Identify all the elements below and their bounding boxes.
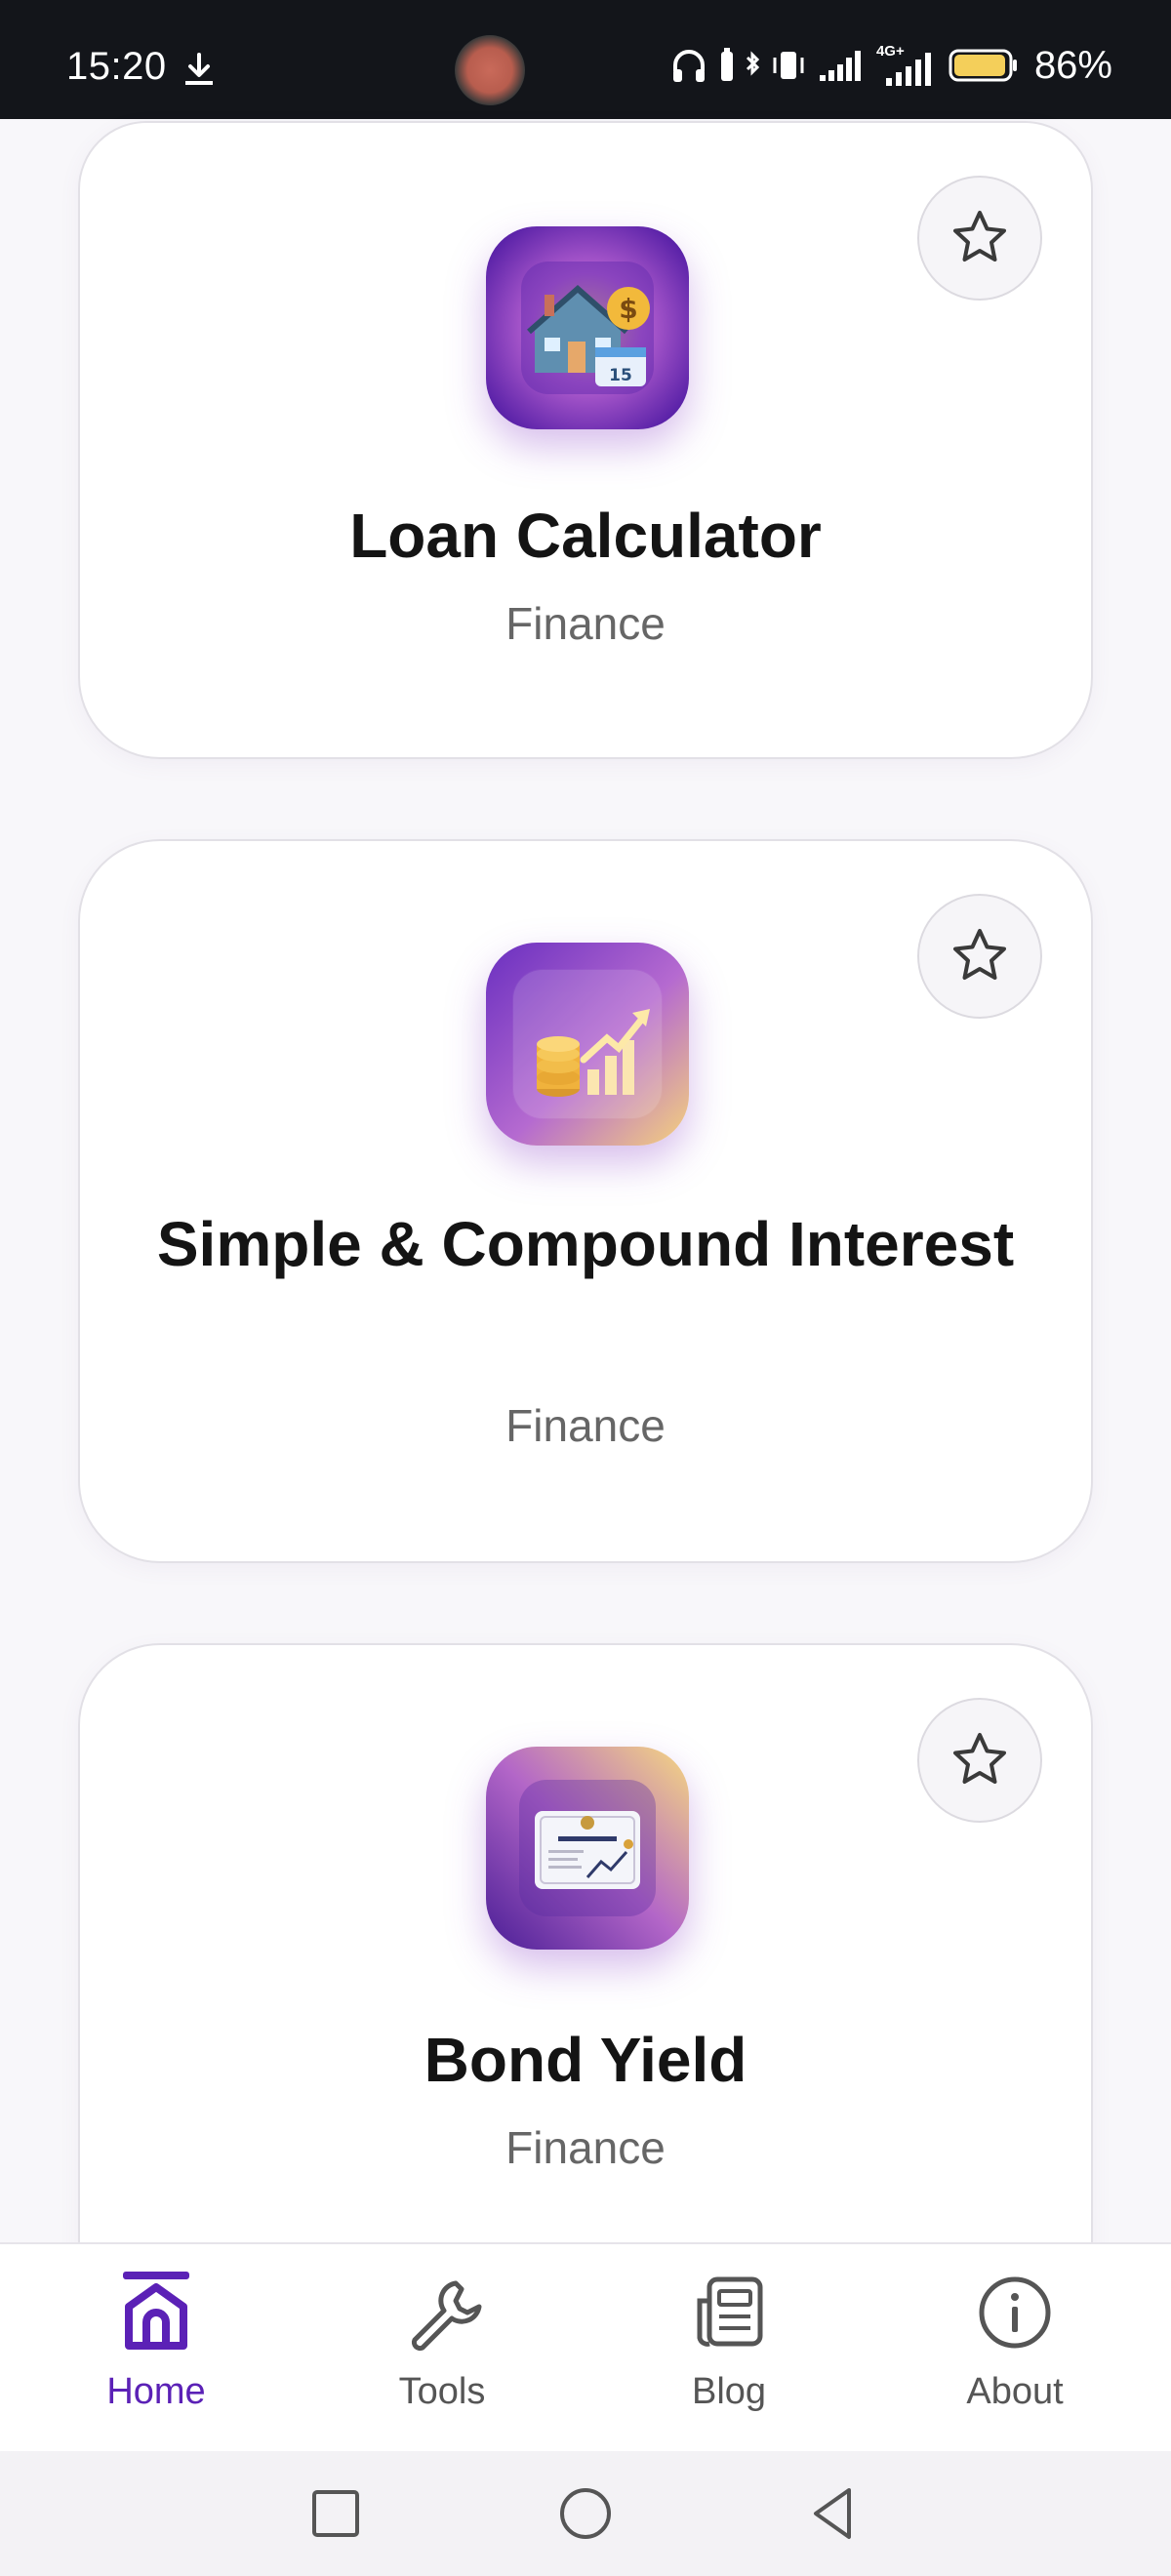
coins-growth-icon: [486, 943, 689, 1146]
nav-home[interactable]: Home: [39, 2266, 273, 2451]
battery-small-icon: [720, 48, 733, 81]
system-home-icon[interactable]: [554, 2482, 617, 2545]
vibrate-icon: [773, 52, 804, 79]
card-title: Loan Calculator: [349, 501, 822, 571]
battery-icon: [949, 49, 1017, 82]
nav-label: Tools: [398, 2371, 486, 2412]
tool-card-loan-calculator[interactable]: $ 15 Loan Calculator Finance: [78, 121, 1093, 759]
nav-label: Home: [106, 2371, 206, 2412]
headphones-icon: [672, 50, 705, 82]
status-notification-avatar: [455, 35, 525, 105]
star-outline-icon: [953, 1733, 1006, 1784]
favorite-button[interactable]: [917, 176, 1042, 301]
bond-certificate-icon: [486, 1747, 689, 1950]
nav-tools[interactable]: Tools: [325, 2266, 559, 2451]
battery-percent: 86%: [1033, 43, 1112, 87]
bluetooth-icon: [746, 51, 759, 76]
star-outline-icon: [953, 929, 1006, 980]
card-title: Bond Yield: [424, 2025, 747, 2095]
info-icon: [979, 2276, 1051, 2349]
nav-about[interactable]: About: [898, 2266, 1132, 2451]
newspaper-icon: [697, 2276, 763, 2347]
nav-blog[interactable]: Blog: [612, 2266, 846, 2451]
status-icons: 4G+ 86%: [669, 43, 1112, 88]
download-icon: [185, 53, 213, 85]
status-bar: 15:20 4G+ 86%: [0, 0, 1171, 119]
recent-apps-icon[interactable]: [304, 2482, 367, 2545]
tool-card-bond-yield[interactable]: Bond Yield Finance: [78, 1643, 1093, 2346]
svg-text:15: 15: [609, 366, 632, 385]
nav-label: About: [966, 2371, 1064, 2412]
back-icon[interactable]: [802, 2482, 865, 2545]
home-icon: [123, 2272, 189, 2350]
star-outline-icon: [953, 211, 1006, 262]
system-nav-bar: [0, 2451, 1171, 2576]
nav-label: Blog: [691, 2371, 767, 2412]
favorite-button[interactable]: [917, 894, 1042, 1019]
card-category: Finance: [505, 1400, 666, 1451]
bottom-nav: Home Tools Blog About: [0, 2242, 1171, 2451]
house-loan-icon: $ 15: [486, 226, 689, 429]
signal-icon: [819, 51, 861, 81]
favorite-button[interactable]: [917, 1698, 1042, 1823]
svg-text:$: $: [619, 293, 637, 325]
card-category: Finance: [505, 2122, 666, 2173]
tool-card-simple-compound-interest[interactable]: Simple & Compound Interest Finance: [78, 839, 1093, 1563]
signal-4g-icon: 4G+: [876, 43, 939, 88]
wrench-icon: [411, 2280, 482, 2352]
card-title: Simple & Compound Interest: [156, 1209, 1015, 1279]
status-time: 15:20: [66, 45, 167, 88]
card-category: Finance: [505, 598, 666, 649]
